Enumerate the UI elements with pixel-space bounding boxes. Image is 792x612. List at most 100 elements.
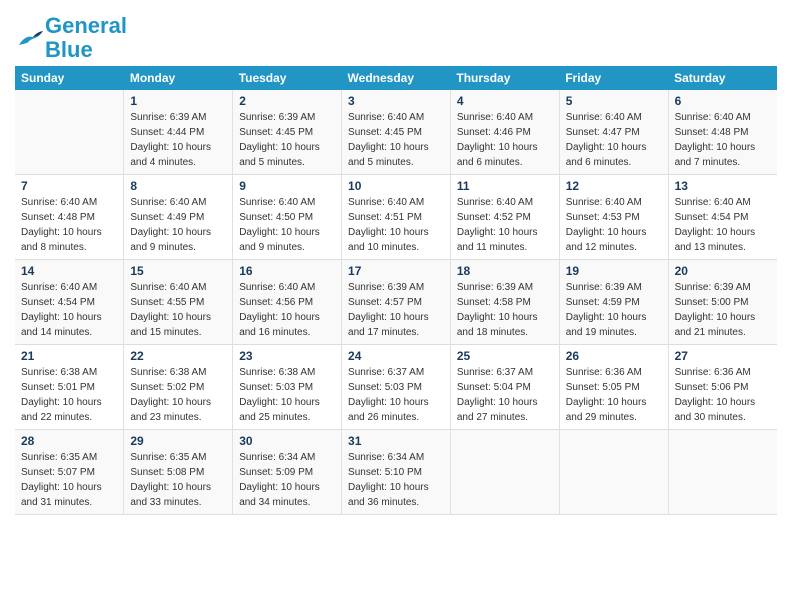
day-number: 24 bbox=[348, 349, 444, 363]
day-info: Sunrise: 6:40 AMSunset: 4:51 PMDaylight:… bbox=[348, 195, 444, 255]
weekday-thursday: Thursday bbox=[450, 66, 559, 90]
day-cell: 13 Sunrise: 6:40 AMSunset: 4:54 PMDayligh… bbox=[668, 175, 777, 260]
day-cell: 9 Sunrise: 6:40 AMSunset: 4:50 PMDaylight… bbox=[233, 175, 342, 260]
week-row-4: 21Sunrise: 6:38 AMSunset: 5:01 PMDayligh… bbox=[15, 345, 777, 430]
day-number: 28 bbox=[21, 434, 117, 448]
day-cell: 26 Sunrise: 6:36 AMSunset: 5:05 PMDayligh… bbox=[559, 345, 668, 430]
day-info: Sunrise: 6:37 AMSunset: 5:04 PMDaylight:… bbox=[457, 365, 553, 425]
day-number: 20 bbox=[675, 264, 771, 278]
day-info: Sunrise: 6:36 AMSunset: 5:05 PMDaylight:… bbox=[566, 365, 662, 425]
calendar-table: SundayMondayTuesdayWednesdayThursdayFrid… bbox=[15, 66, 777, 515]
day-cell: 17 Sunrise: 6:39 AMSunset: 4:57 PMDayligh… bbox=[342, 260, 451, 345]
day-number: 15 bbox=[130, 264, 226, 278]
day-cell bbox=[559, 430, 668, 515]
day-cell: 31 Sunrise: 6:34 AMSunset: 5:10 PMDayligh… bbox=[342, 430, 451, 515]
day-info: Sunrise: 6:35 AMSunset: 5:08 PMDaylight:… bbox=[130, 450, 226, 510]
day-number: 6 bbox=[675, 94, 771, 108]
day-info: Sunrise: 6:40 AMSunset: 4:54 PMDaylight:… bbox=[675, 195, 771, 255]
day-cell: 15 Sunrise: 6:40 AMSunset: 4:55 PMDayligh… bbox=[124, 260, 233, 345]
calendar-container: General Blue SundayMondayTuesdayWednesda… bbox=[0, 0, 792, 525]
day-info: Sunrise: 6:40 AMSunset: 4:55 PMDaylight:… bbox=[130, 280, 226, 340]
day-cell: 25 Sunrise: 6:37 AMSunset: 5:04 PMDayligh… bbox=[450, 345, 559, 430]
week-row-5: 28 Sunrise: 6:35 AMSunset: 5:07 PMDayligh… bbox=[15, 430, 777, 515]
day-number: 1 bbox=[130, 94, 226, 108]
day-cell: 3Sunrise: 6:40 AMSunset: 4:45 PMDaylight… bbox=[342, 90, 451, 175]
day-number: 7 bbox=[21, 179, 117, 193]
day-info: Sunrise: 6:40 AMSunset: 4:54 PMDaylight:… bbox=[21, 280, 117, 340]
day-cell: 16Sunrise: 6:40 AMSunset: 4:56 PMDayligh… bbox=[233, 260, 342, 345]
day-info: Sunrise: 6:37 AMSunset: 5:03 PMDaylight:… bbox=[348, 365, 444, 425]
logo-bird-icon bbox=[17, 27, 45, 49]
weekday-friday: Friday bbox=[559, 66, 668, 90]
day-cell bbox=[450, 430, 559, 515]
week-row-2: 7 Sunrise: 6:40 AMSunset: 4:48 PMDaylight… bbox=[15, 175, 777, 260]
day-cell: 23 Sunrise: 6:38 AMSunset: 5:03 PMDayligh… bbox=[233, 345, 342, 430]
day-cell: 28 Sunrise: 6:35 AMSunset: 5:07 PMDayligh… bbox=[15, 430, 124, 515]
day-cell: 27 Sunrise: 6:36 AMSunset: 5:06 PMDayligh… bbox=[668, 345, 777, 430]
day-info: Sunrise: 6:34 AMSunset: 5:09 PMDaylight:… bbox=[239, 450, 335, 510]
day-number: 13 bbox=[675, 179, 771, 193]
day-number: 25 bbox=[457, 349, 553, 363]
day-number: 12 bbox=[566, 179, 662, 193]
day-info: Sunrise: 6:39 AMSunset: 4:44 PMDaylight:… bbox=[130, 110, 226, 170]
weekday-sunday: Sunday bbox=[15, 66, 124, 90]
day-info: Sunrise: 6:40 AMSunset: 4:48 PMDaylight:… bbox=[675, 110, 771, 170]
day-cell: 12 Sunrise: 6:40 AMSunset: 4:53 PMDayligh… bbox=[559, 175, 668, 260]
day-cell: 21Sunrise: 6:38 AMSunset: 5:01 PMDayligh… bbox=[15, 345, 124, 430]
day-cell: 10 Sunrise: 6:40 AMSunset: 4:51 PMDayligh… bbox=[342, 175, 451, 260]
day-number: 31 bbox=[348, 434, 444, 448]
logo-text2: Blue bbox=[45, 38, 127, 62]
day-number: 23 bbox=[239, 349, 335, 363]
day-info: Sunrise: 6:40 AMSunset: 4:49 PMDaylight:… bbox=[130, 195, 226, 255]
day-number: 11 bbox=[457, 179, 553, 193]
day-cell: 29 Sunrise: 6:35 AMSunset: 5:08 PMDayligh… bbox=[124, 430, 233, 515]
day-number: 19 bbox=[566, 264, 662, 278]
day-number: 18 bbox=[457, 264, 553, 278]
day-info: Sunrise: 6:40 AMSunset: 4:50 PMDaylight:… bbox=[239, 195, 335, 255]
day-cell: 20Sunrise: 6:39 AMSunset: 5:00 PMDayligh… bbox=[668, 260, 777, 345]
day-info: Sunrise: 6:39 AMSunset: 4:45 PMDaylight:… bbox=[239, 110, 335, 170]
week-row-1: 1 Sunrise: 6:39 AMSunset: 4:44 PMDaylight… bbox=[15, 90, 777, 175]
day-number: 10 bbox=[348, 179, 444, 193]
day-cell: 8Sunrise: 6:40 AMSunset: 4:49 PMDaylight… bbox=[124, 175, 233, 260]
day-number: 29 bbox=[130, 434, 226, 448]
day-info: Sunrise: 6:39 AMSunset: 4:58 PMDaylight:… bbox=[457, 280, 553, 340]
header: General Blue bbox=[15, 10, 777, 62]
day-info: Sunrise: 6:38 AMSunset: 5:02 PMDaylight:… bbox=[130, 365, 226, 425]
day-info: Sunrise: 6:40 AMSunset: 4:48 PMDaylight:… bbox=[21, 195, 117, 255]
day-info: Sunrise: 6:35 AMSunset: 5:07 PMDaylight:… bbox=[21, 450, 117, 510]
day-number: 5 bbox=[566, 94, 662, 108]
weekday-tuesday: Tuesday bbox=[233, 66, 342, 90]
day-number: 2 bbox=[239, 94, 335, 108]
day-number: 4 bbox=[457, 94, 553, 108]
day-number: 26 bbox=[566, 349, 662, 363]
week-row-3: 14 Sunrise: 6:40 AMSunset: 4:54 PMDayligh… bbox=[15, 260, 777, 345]
day-number: 27 bbox=[675, 349, 771, 363]
logo-text: General bbox=[45, 14, 127, 38]
day-cell: 2 Sunrise: 6:39 AMSunset: 4:45 PMDaylight… bbox=[233, 90, 342, 175]
day-cell: 11 Sunrise: 6:40 AMSunset: 4:52 PMDayligh… bbox=[450, 175, 559, 260]
day-cell: 7 Sunrise: 6:40 AMSunset: 4:48 PMDaylight… bbox=[15, 175, 124, 260]
day-number: 22 bbox=[130, 349, 226, 363]
day-info: Sunrise: 6:40 AMSunset: 4:46 PMDaylight:… bbox=[457, 110, 553, 170]
day-info: Sunrise: 6:40 AMSunset: 4:47 PMDaylight:… bbox=[566, 110, 662, 170]
day-info: Sunrise: 6:40 AMSunset: 4:53 PMDaylight:… bbox=[566, 195, 662, 255]
day-cell: 4 Sunrise: 6:40 AMSunset: 4:46 PMDaylight… bbox=[450, 90, 559, 175]
weekday-header-row: SundayMondayTuesdayWednesdayThursdayFrid… bbox=[15, 66, 777, 90]
day-number: 9 bbox=[239, 179, 335, 193]
day-cell: 18 Sunrise: 6:39 AMSunset: 4:58 PMDayligh… bbox=[450, 260, 559, 345]
day-cell: 30 Sunrise: 6:34 AMSunset: 5:09 PMDayligh… bbox=[233, 430, 342, 515]
day-info: Sunrise: 6:40 AMSunset: 4:52 PMDaylight:… bbox=[457, 195, 553, 255]
day-info: Sunrise: 6:36 AMSunset: 5:06 PMDaylight:… bbox=[675, 365, 771, 425]
day-cell bbox=[15, 90, 124, 175]
day-number: 14 bbox=[21, 264, 117, 278]
day-info: Sunrise: 6:34 AMSunset: 5:10 PMDaylight:… bbox=[348, 450, 444, 510]
day-info: Sunrise: 6:38 AMSunset: 5:03 PMDaylight:… bbox=[239, 365, 335, 425]
day-info: Sunrise: 6:40 AMSunset: 4:56 PMDaylight:… bbox=[239, 280, 335, 340]
day-number: 30 bbox=[239, 434, 335, 448]
weekday-saturday: Saturday bbox=[668, 66, 777, 90]
weekday-wednesday: Wednesday bbox=[342, 66, 451, 90]
day-info: Sunrise: 6:39 AMSunset: 4:57 PMDaylight:… bbox=[348, 280, 444, 340]
weekday-monday: Monday bbox=[124, 66, 233, 90]
day-number: 17 bbox=[348, 264, 444, 278]
